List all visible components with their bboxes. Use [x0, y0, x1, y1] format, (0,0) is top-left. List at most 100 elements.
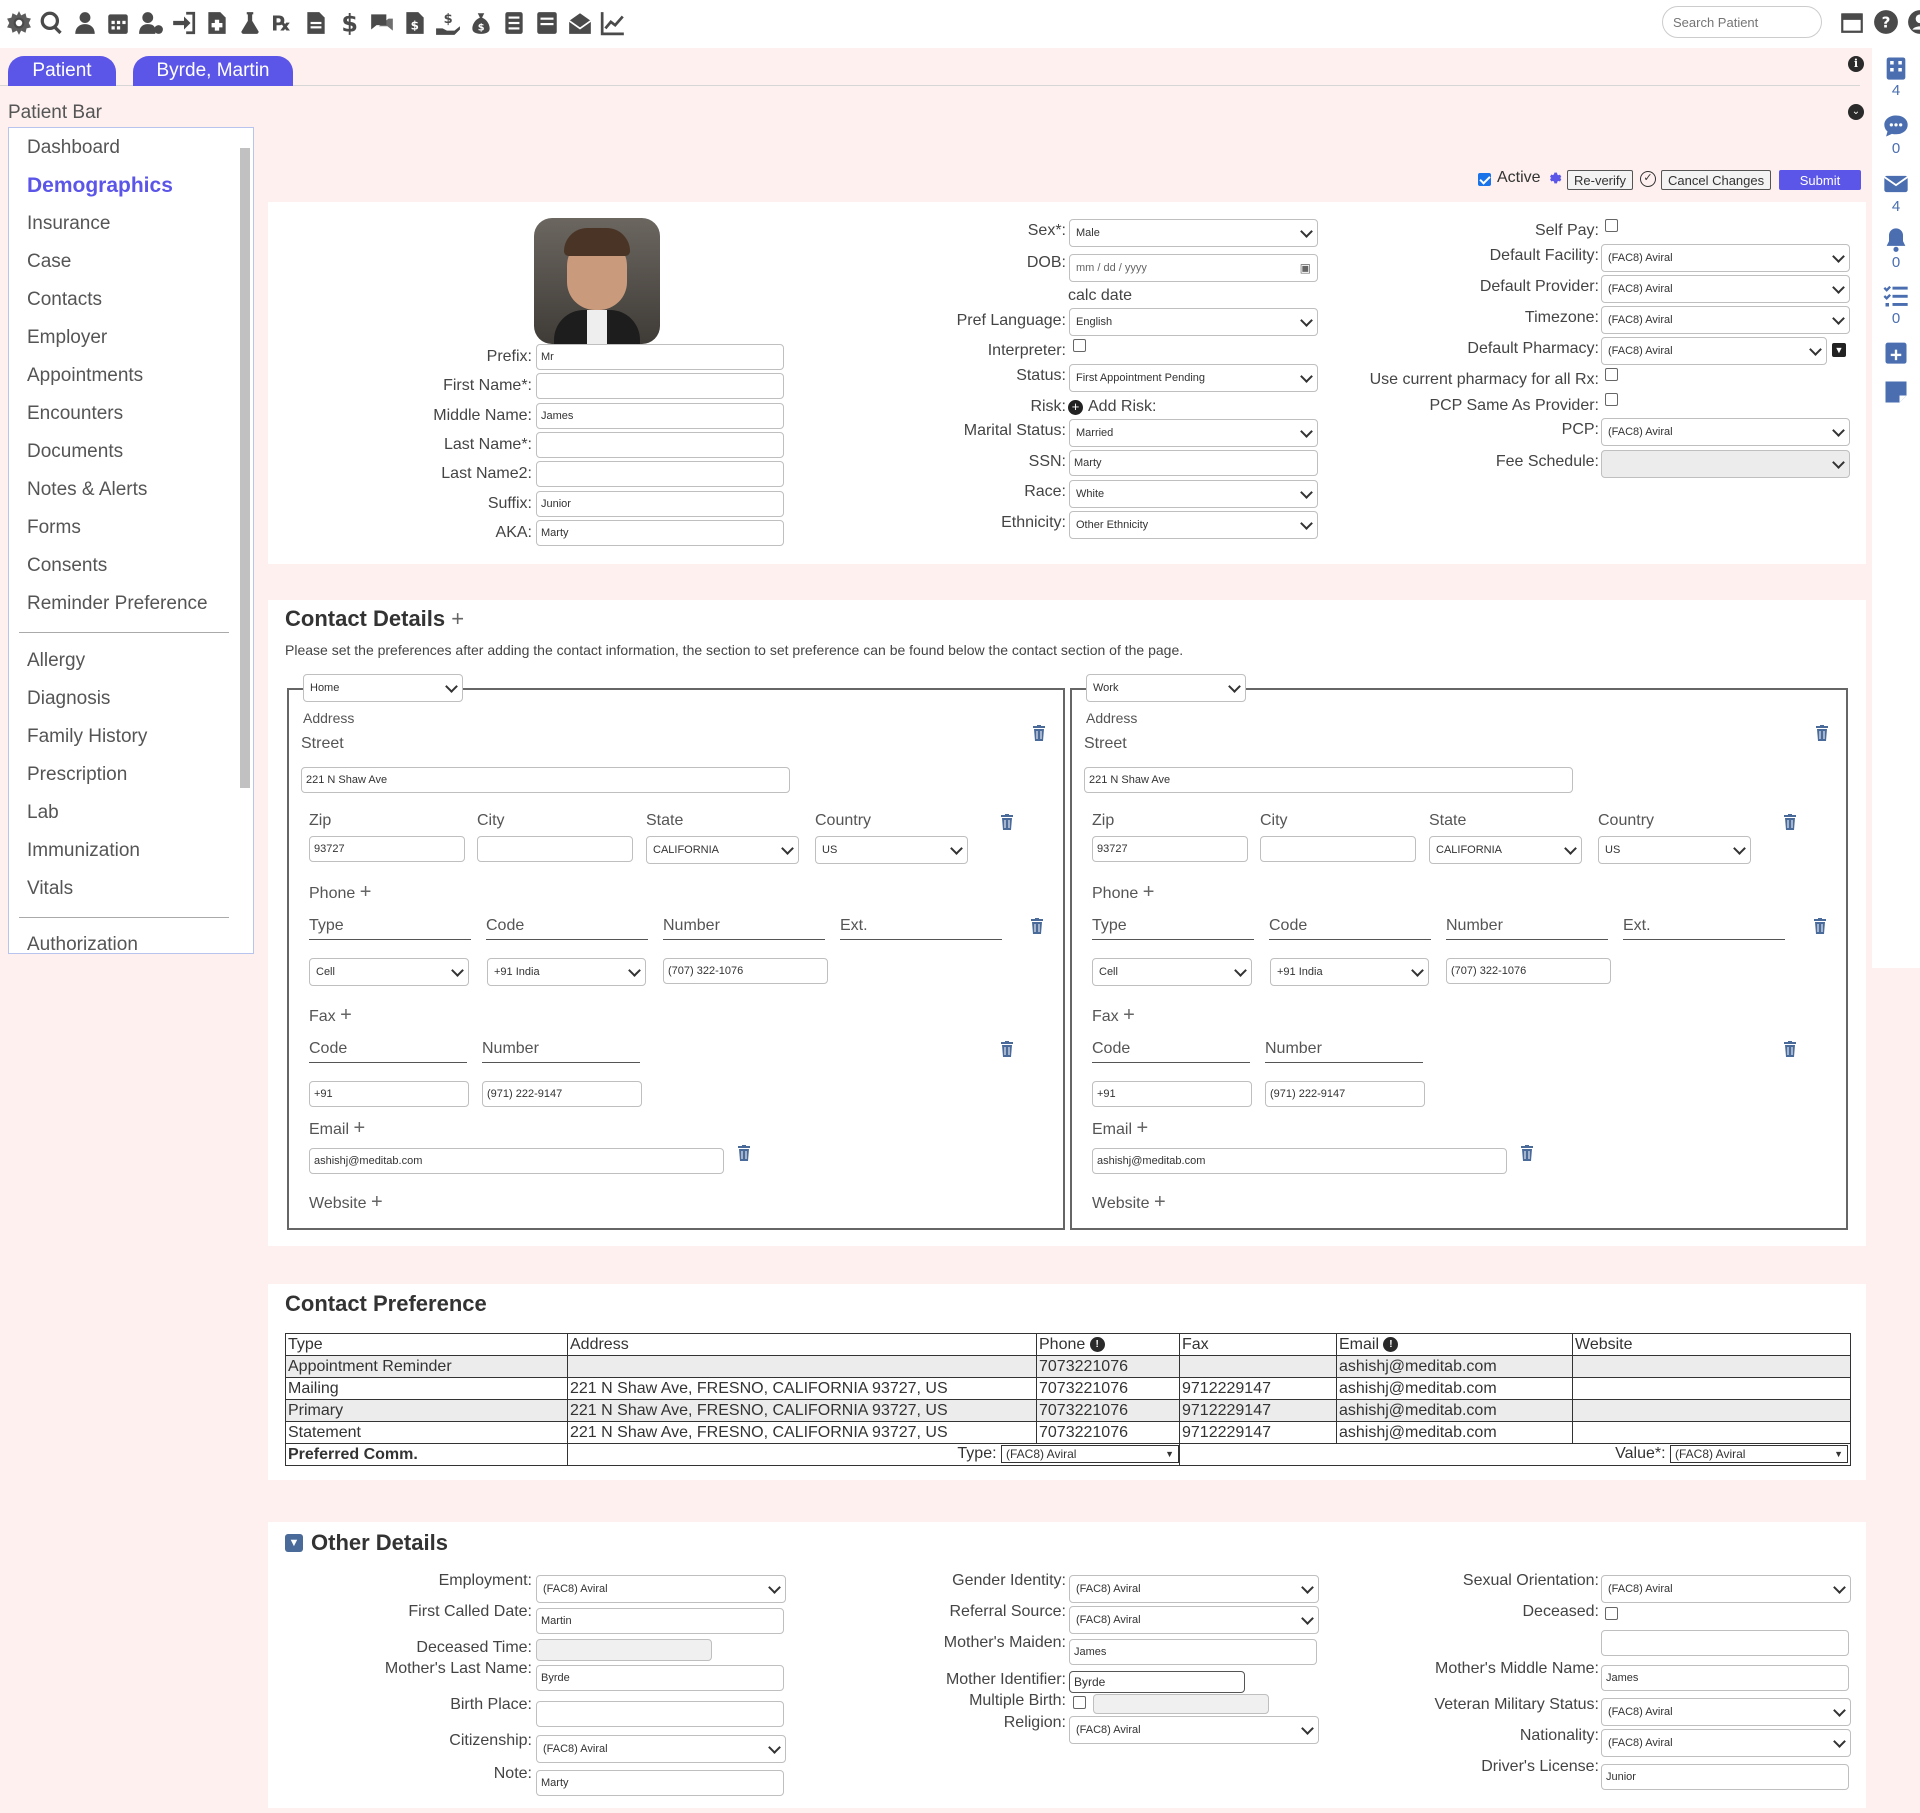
- trash-icon[interactable]: [1030, 918, 1044, 934]
- phone-code-select[interactable]: +91 India: [1270, 958, 1429, 986]
- zip-field[interactable]: 93727: [1092, 836, 1248, 862]
- add-icon[interactable]: +: [1136, 1117, 1148, 1139]
- default-provider-select[interactable]: (FAC8) Aviral: [1601, 275, 1850, 303]
- search-patient-input[interactable]: [1662, 6, 1822, 38]
- hand-holding-dollar-icon[interactable]: $: [435, 8, 461, 38]
- fax-code-field[interactable]: +91: [309, 1081, 469, 1107]
- pcp-same-checkbox[interactable]: [1605, 393, 1618, 406]
- multiple-birth-checkbox[interactable]: [1073, 1696, 1086, 1709]
- trash-icon[interactable]: [1783, 814, 1797, 830]
- pharmacy-dropdown-icon[interactable]: ▼: [1832, 343, 1846, 357]
- active-checkbox[interactable]: [1478, 173, 1491, 186]
- fax-number-field[interactable]: (971) 222-9147: [1265, 1081, 1425, 1107]
- sidebar-item[interactable]: Allergy: [27, 650, 85, 672]
- file-invoice-icon[interactable]: [303, 8, 329, 38]
- sidebar-item[interactable]: Lab: [27, 802, 59, 824]
- trash-icon[interactable]: [1032, 725, 1046, 741]
- sidebar-item[interactable]: Encounters: [27, 403, 123, 425]
- collapse-chevron-icon[interactable]: ⌄: [1848, 104, 1864, 120]
- timezone-select[interactable]: (FAC8) Aviral: [1601, 306, 1850, 334]
- sign-in-icon[interactable]: [171, 8, 197, 38]
- default-pharmacy-select[interactable]: (FAC8) Aviral: [1601, 337, 1827, 365]
- dob-field[interactable]: mm / dd / yyyy ▣: [1069, 254, 1318, 282]
- other-details-title[interactable]: ▼ Other Details: [285, 1530, 448, 1556]
- phone-info-icon[interactable]: !: [1089, 1336, 1105, 1352]
- preferred-value-select[interactable]: (FAC8) Aviral ▼: [1670, 1445, 1848, 1464]
- citizenship-select[interactable]: (FAC8) Aviral: [536, 1735, 786, 1763]
- trash-icon[interactable]: [1813, 918, 1827, 934]
- rail-note[interactable]: [1872, 378, 1920, 406]
- sexual-orientation-select[interactable]: (FAC8) Aviral: [1601, 1575, 1851, 1603]
- sidebar-scrollbar[interactable]: [239, 132, 251, 949]
- sidebar-item[interactable]: Immunization: [27, 840, 140, 862]
- fax-number-field[interactable]: (971) 222-9147: [482, 1081, 642, 1107]
- gender-identity-select[interactable]: (FAC8) Aviral: [1069, 1575, 1319, 1603]
- user-icon[interactable]: [72, 8, 98, 38]
- rail-checklist[interactable]: 0: [1872, 282, 1920, 327]
- add-icon[interactable]: +: [1143, 881, 1155, 903]
- marital-status-select[interactable]: Married: [1069, 419, 1318, 447]
- mother-identifier-field[interactable]: Byrde: [1069, 1671, 1245, 1693]
- note-field[interactable]: Marty: [536, 1770, 784, 1796]
- search-icon[interactable]: [39, 8, 65, 38]
- rail-calendar-add[interactable]: [1872, 338, 1920, 366]
- rail-tasks[interactable]: 4: [1872, 54, 1920, 99]
- gear-settings-icon[interactable]: [1546, 170, 1562, 186]
- status-select[interactable]: First Appointment Pending: [1069, 364, 1318, 392]
- add-contact-icon[interactable]: +: [451, 606, 464, 631]
- dollar-icon[interactable]: $: [336, 8, 362, 38]
- first-name-field[interactable]: [536, 373, 784, 399]
- rail-mail[interactable]: 4: [1872, 170, 1920, 215]
- add-icon[interactable]: +: [340, 1004, 352, 1026]
- email-info-icon[interactable]: !: [1383, 1336, 1399, 1352]
- sidebar-item[interactable]: Employer: [27, 327, 107, 349]
- trash-icon[interactable]: [737, 1145, 751, 1161]
- birth-place-field[interactable]: [536, 1701, 784, 1727]
- sidebar-item[interactable]: Vitals: [27, 878, 73, 900]
- line-chart-icon[interactable]: [600, 8, 626, 38]
- rail-messages[interactable]: 0: [1872, 112, 1920, 157]
- last-name2-field[interactable]: [536, 461, 784, 487]
- add-icon[interactable]: +: [353, 1117, 365, 1139]
- email-field[interactable]: ashishj@meditab.com: [1092, 1148, 1507, 1174]
- cancel-changes-button[interactable]: Cancel Changes: [1661, 170, 1772, 190]
- calendar-icon[interactable]: [105, 8, 131, 38]
- pref-language-select[interactable]: English: [1069, 308, 1318, 336]
- email-field[interactable]: ashishj@meditab.com: [309, 1148, 724, 1174]
- mothers-last-field[interactable]: Byrde: [536, 1665, 784, 1691]
- interpreter-checkbox[interactable]: [1073, 339, 1086, 352]
- gear-icon[interactable]: [6, 8, 32, 38]
- contact-type-select[interactable]: Work: [1086, 674, 1246, 702]
- last-name-field[interactable]: [536, 432, 784, 458]
- sidebar-item[interactable]: Appointments: [27, 365, 143, 387]
- info-icon[interactable]: i: [1848, 56, 1864, 72]
- phone-type-select[interactable]: Cell: [1092, 958, 1252, 986]
- add-risk-link[interactable]: Add Risk:: [1088, 398, 1156, 416]
- mail-open-icon[interactable]: [567, 8, 593, 38]
- zip-field[interactable]: 93727: [309, 836, 465, 862]
- sidebar-item[interactable]: Family History: [27, 726, 147, 748]
- collapse-toggle-icon[interactable]: ▼: [285, 1534, 303, 1552]
- help-icon[interactable]: ?: [1872, 6, 1900, 38]
- race-select[interactable]: White: [1069, 480, 1318, 508]
- city-field[interactable]: [477, 836, 633, 862]
- sidebar-item[interactable]: Demographics: [27, 174, 173, 198]
- country-select[interactable]: US: [1598, 836, 1751, 864]
- nationality-select[interactable]: (FAC8) Aviral: [1601, 1729, 1851, 1757]
- calendar-week-icon[interactable]: [1838, 6, 1866, 38]
- drivers-license-field[interactable]: Junior: [1601, 1764, 1849, 1790]
- sidebar-item[interactable]: Prescription: [27, 764, 127, 786]
- sidebar-item[interactable]: Contacts: [27, 289, 102, 311]
- ssn-field[interactable]: Marty: [1069, 450, 1318, 476]
- first-called-field[interactable]: Martin: [536, 1608, 784, 1634]
- use-pharmacy-checkbox[interactable]: [1605, 368, 1618, 381]
- document-icon[interactable]: [534, 8, 560, 38]
- prefix-field[interactable]: Mr: [536, 344, 784, 370]
- multiple-birth-field[interactable]: [1093, 1694, 1269, 1714]
- patient-photo[interactable]: [534, 218, 660, 344]
- sidebar-item[interactable]: Diagnosis: [27, 688, 110, 710]
- default-facility-select[interactable]: (FAC8) Aviral: [1601, 244, 1850, 272]
- aka-field[interactable]: Marty: [536, 520, 784, 546]
- rail-alerts[interactable]: 0: [1872, 226, 1920, 271]
- trash-icon[interactable]: [1783, 1041, 1797, 1057]
